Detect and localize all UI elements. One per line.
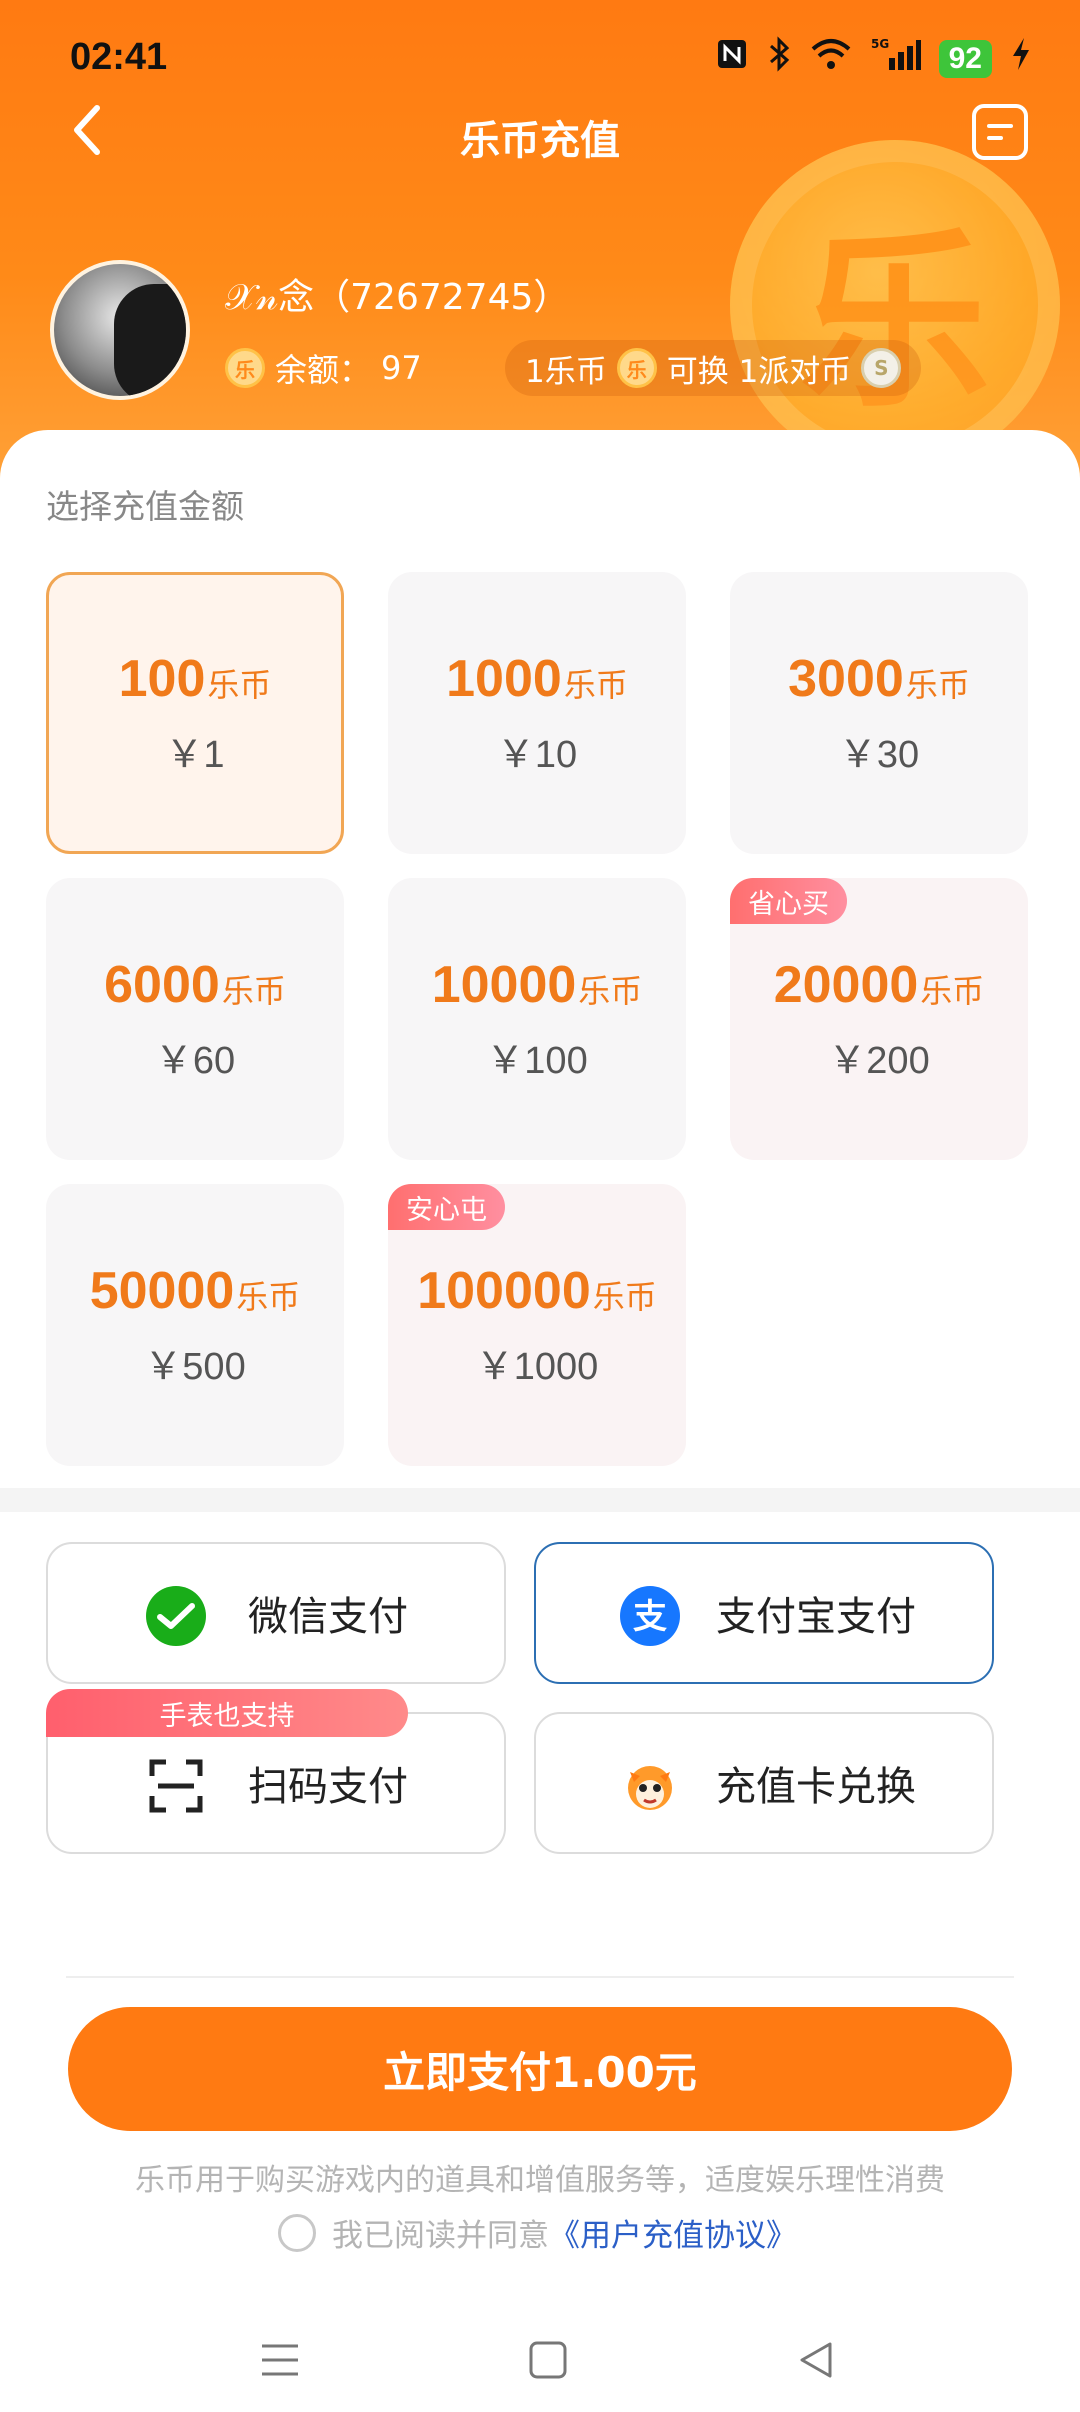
- home-nav-button[interactable]: [518, 2330, 578, 2390]
- record-line-icon: [987, 136, 1003, 140]
- back-nav-button[interactable]: [786, 2330, 846, 2390]
- charging-icon: [1010, 36, 1032, 81]
- amount-option-6000[interactable]: 6000乐币 ￥60: [46, 878, 344, 1160]
- pay-alipay-option[interactable]: 支 支付宝支付: [534, 1542, 994, 1684]
- amount-coins: 50000乐币: [89, 1261, 301, 1320]
- nav-bar: 乐币充值: [0, 90, 1080, 180]
- coin-decoration-glyph: 乐: [799, 211, 990, 433]
- pay-card-label: 充值卡兑换: [716, 1764, 916, 1810]
- scan-promo-tag: 手表也支持: [46, 1689, 408, 1737]
- amount-coins: 10000乐币: [431, 955, 643, 1014]
- coin-decoration: 乐: [730, 140, 1060, 470]
- pay-wechat-label: 微信支付: [248, 1594, 408, 1640]
- amount-price: ￥200: [828, 1039, 930, 1082]
- promo-tag: 安心屯: [388, 1184, 505, 1230]
- amount-option-1000[interactable]: 1000乐币 ￥10: [388, 572, 686, 854]
- user-id: （72672745）: [314, 277, 570, 318]
- pay-wechat-option[interactable]: 微信支付: [46, 1542, 506, 1684]
- status-icons: 5G 92: [715, 36, 1032, 81]
- pay-card-option[interactable]: 充值卡兑换: [534, 1712, 994, 1854]
- record-line-icon: [987, 124, 1013, 128]
- square-icon: [529, 2341, 567, 2379]
- triangle-back-icon: [800, 2342, 832, 2378]
- balance-row: 乐 余额： 97: [225, 345, 422, 391]
- battery-indicator: 92: [938, 39, 992, 78]
- avatar: [50, 260, 190, 400]
- exchange-middle: 可换 1派对币: [666, 353, 852, 390]
- amount-option-20000[interactable]: 省心买 20000乐币 ￥200: [730, 878, 1028, 1160]
- select-amount-label: 选择充值金额: [46, 487, 244, 526]
- pay-now-button[interactable]: 立即支付1.00元: [68, 2007, 1012, 2131]
- amount-option-10000[interactable]: 10000乐币 ￥100: [388, 878, 686, 1160]
- mascot-icon: [628, 1766, 672, 1810]
- amount-price: ￥60: [154, 1039, 236, 1082]
- amount-price: ￥1: [165, 733, 225, 776]
- le-coin-icon: 乐: [225, 348, 265, 388]
- amount-price: ￥100: [486, 1039, 588, 1082]
- amount-price: ￥30: [838, 733, 920, 776]
- user-nickname: 𝒳𝓃念: [225, 277, 315, 318]
- svg-text:5G: 5G: [871, 37, 889, 51]
- amount-coins: 3000乐币: [788, 649, 970, 708]
- amount-option-3000[interactable]: 3000乐币 ￥30: [730, 572, 1028, 854]
- bluetooth-icon: [767, 36, 791, 81]
- amount-coins: 100乐币: [118, 649, 272, 708]
- balance-value: 97: [381, 349, 422, 387]
- signal-icon: 5G: [871, 36, 921, 81]
- agreement-text: 我已阅读并同意: [332, 2218, 549, 2254]
- nfc-icon: [715, 37, 749, 80]
- divider: [66, 1976, 1014, 1978]
- le-coin-icon: 乐: [616, 348, 657, 388]
- section-divider: [0, 1488, 1080, 1512]
- svg-text:支: 支: [633, 1597, 667, 1637]
- consumption-note: 乐币用于购买游戏内的道具和增值服务等，适度娱乐理性消费: [135, 2163, 945, 2198]
- amount-price: ￥500: [144, 1345, 246, 1388]
- amount-option-50000[interactable]: 50000乐币 ￥500: [46, 1184, 344, 1466]
- amount-option-100000[interactable]: 安心屯 100000乐币 ￥1000: [388, 1184, 686, 1466]
- amount-price: ￥10: [496, 733, 578, 776]
- recharge-panel: 选择充值金额 100乐币 ￥1 1000乐币 ￥10 3000乐币 ￥30 60…: [0, 430, 1080, 1490]
- scan-icon: [149, 1759, 203, 1813]
- amount-coins: 6000乐币: [104, 955, 286, 1014]
- agreement-row: 我已阅读并同意 《用户充值协议》: [278, 2210, 797, 2255]
- amount-option-100[interactable]: 100乐币 ￥1: [46, 572, 344, 854]
- status-time: 02:41: [70, 36, 168, 78]
- agreement-link[interactable]: 《用户充值协议》: [549, 2210, 797, 2255]
- wechat-pay-icon: [146, 1586, 206, 1646]
- pay-scan-label: 扫码支付: [248, 1764, 408, 1810]
- amount-coins: 20000乐币: [773, 955, 985, 1014]
- amount-coins: 100000乐币: [417, 1261, 657, 1320]
- exchange-rate-pill: 1乐币 乐 可换 1派对币 S: [505, 340, 922, 396]
- amount-price: ￥1000: [475, 1345, 599, 1388]
- pay-alipay-label: 支付宝支付: [716, 1594, 916, 1640]
- system-nav-bar: [0, 2300, 1080, 2412]
- menu-nav-button[interactable]: [250, 2330, 310, 2390]
- alipay-icon: 支: [620, 1586, 680, 1646]
- page-title: 乐币充值: [460, 118, 620, 164]
- exchange-left: 1乐币: [525, 353, 607, 390]
- party-coin-icon: S: [861, 348, 902, 388]
- amount-coins: 1000乐币: [446, 649, 628, 708]
- recharge-record-button[interactable]: [972, 104, 1028, 160]
- header-banner: 乐 02:41 5G 92 乐币充值 𝒳𝓃念（72672745） 乐 余额： 9…: [0, 0, 1080, 500]
- agreement-checkbox[interactable]: [278, 2213, 316, 2252]
- promo-tag: 省心买: [730, 878, 847, 924]
- menu-icon: [262, 2344, 298, 2376]
- user-name: 𝒳𝓃念（72672745）: [225, 268, 569, 320]
- wifi-icon: [809, 37, 853, 80]
- balance-label: 余额：: [275, 351, 372, 389]
